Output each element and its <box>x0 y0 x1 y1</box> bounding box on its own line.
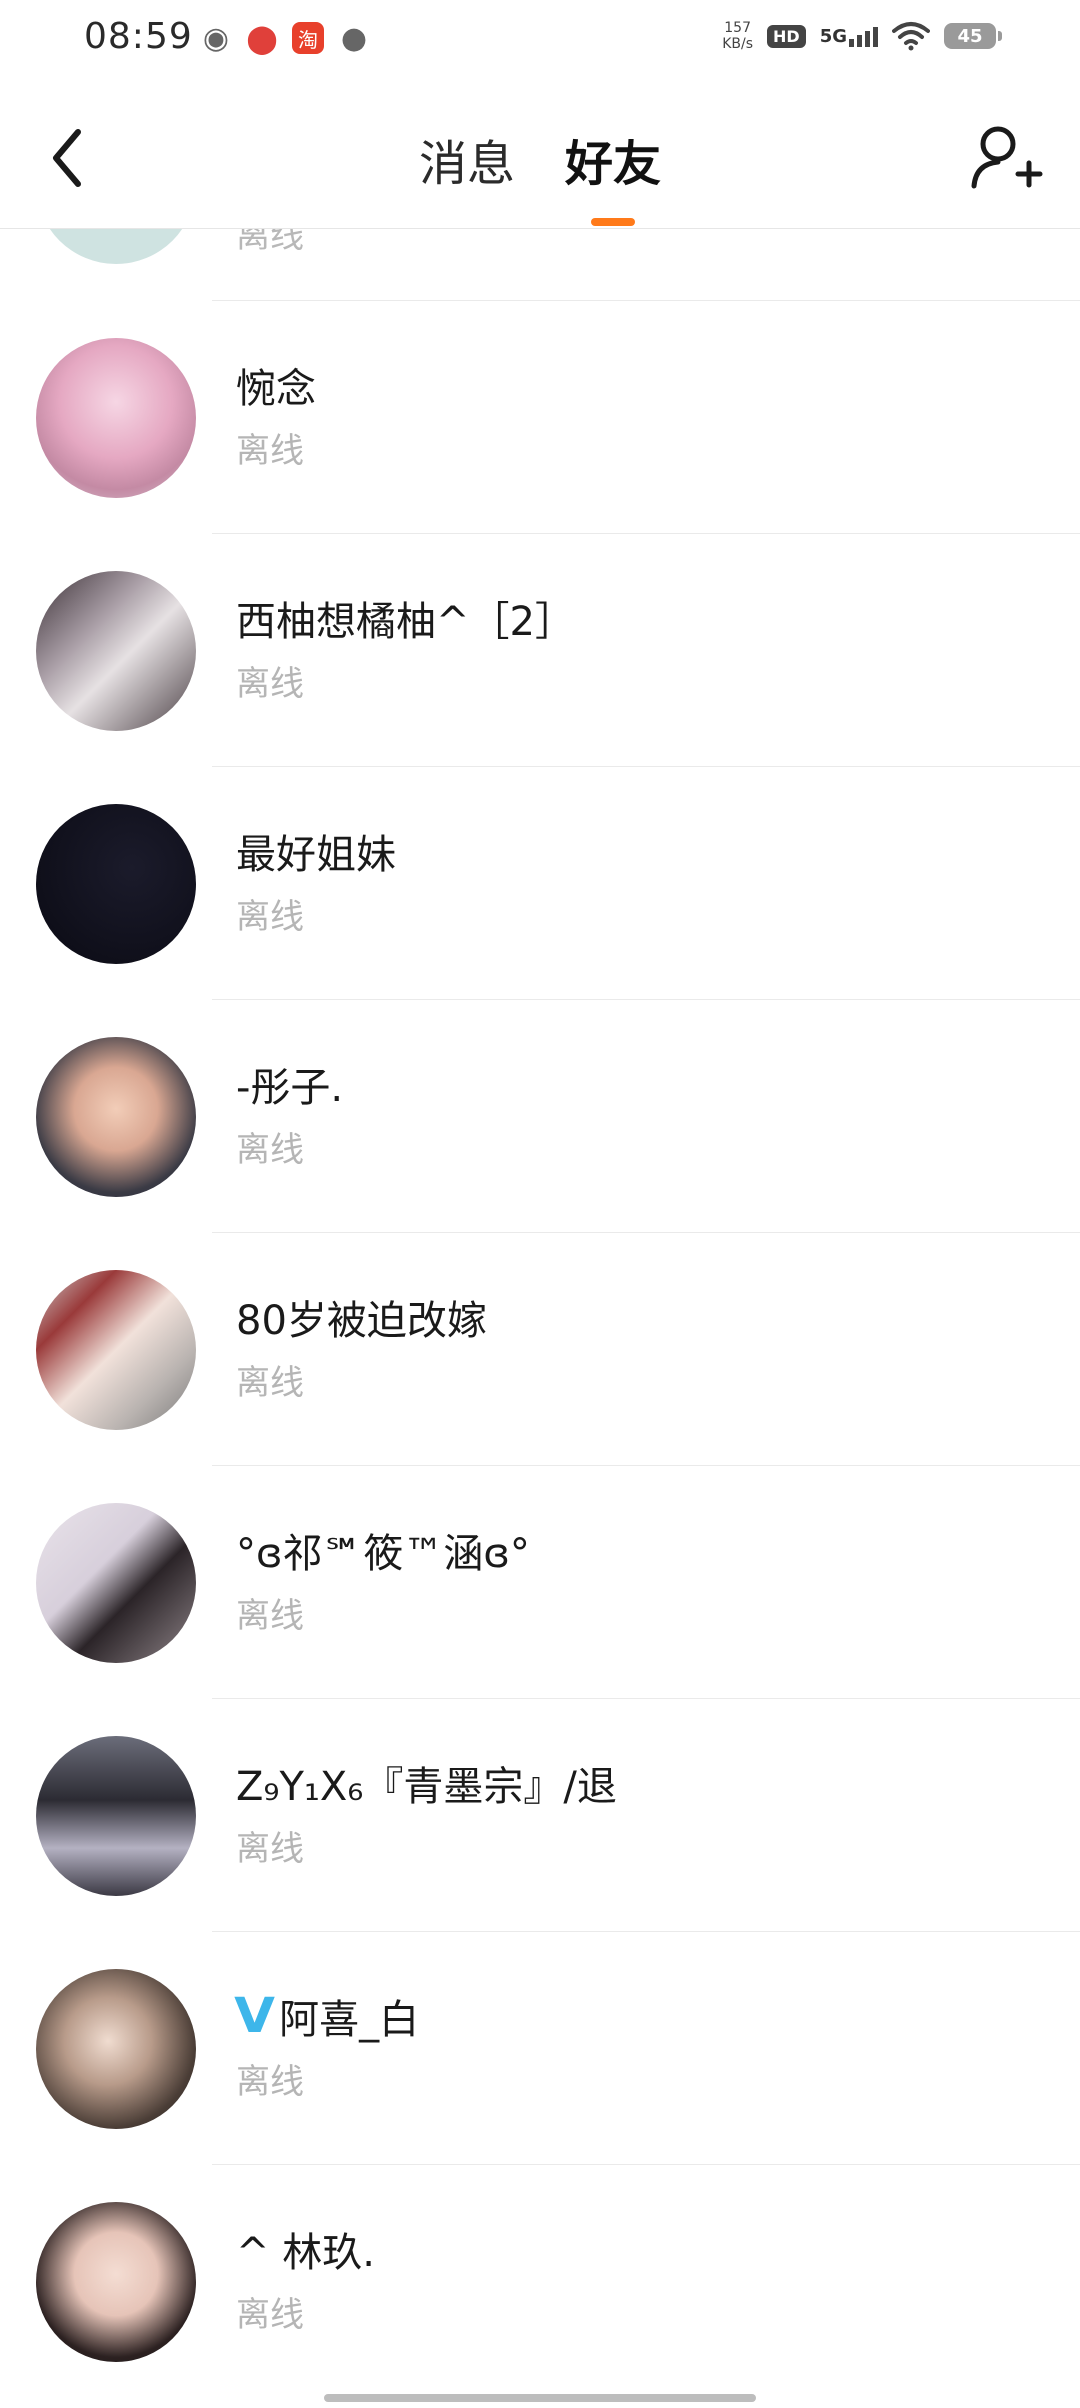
notification-icons: ◉ ⬤ 淘 ● <box>200 20 370 56</box>
header: 消息 好友 <box>0 80 1080 229</box>
active-tab-indicator <box>591 218 635 226</box>
friend-status: 离线 <box>236 2295 304 2335</box>
tab-bar: 消息 好友 <box>0 124 1080 226</box>
signal-icon: 5G <box>820 25 878 47</box>
friend-status: 离线 <box>236 1596 304 1636</box>
vip-icon: V <box>234 1988 276 2044</box>
friend-status: 离线 <box>236 1363 304 1403</box>
hd-icon: HD <box>767 24 806 48</box>
friend-name: Z₉Y₁X₆『青墨宗』/退 <box>236 1764 617 1810</box>
network-speed: 157 KB/s <box>722 20 754 52</box>
friend-name: 最好姐妹 <box>236 832 396 878</box>
avatar[interactable] <box>36 2202 196 2362</box>
battery-icon: 45 <box>944 23 1002 49</box>
add-friend-icon[interactable] <box>966 118 1046 198</box>
friend-status: 离线 <box>236 664 304 704</box>
list-item[interactable]: V 阿喜_白 离线 <box>0 1932 1080 2165</box>
list-item[interactable]: 西柚想橘柚^［2］ 离线 <box>0 534 1080 767</box>
friend-status: 离线 <box>236 431 304 471</box>
friend-name: 西柚想橘柚^［2］ <box>236 599 575 645</box>
map-pin-icon: ⬤ <box>246 21 278 55</box>
status-bar: 08:59 ◉ ⬤ 淘 ● 157 KB/s HD 5G 45 <box>0 0 1080 80</box>
taobao-icon: 淘 <box>292 22 324 54</box>
friend-list: 离线 惋念 离线 西柚想橘柚^［2］ 离线 最好姐妹 离线 -彤子. 离线 80… <box>0 148 1080 2398</box>
avatar[interactable] <box>36 1736 196 1896</box>
avatar[interactable] <box>36 804 196 964</box>
list-item[interactable]: °ɞ祁℠筱™涵ɞ° 离线 <box>0 1466 1080 1699</box>
friend-name: V 阿喜_白 <box>234 1987 420 2045</box>
friend-status: 离线 <box>236 1829 304 1869</box>
avatar[interactable] <box>36 1969 196 2129</box>
status-right: 157 KB/s HD 5G 45 <box>722 20 1002 52</box>
avatar[interactable] <box>36 1270 196 1430</box>
list-item[interactable]: 80岁被迫改嫁 离线 <box>0 1233 1080 1466</box>
avatar[interactable] <box>36 571 196 731</box>
list-item[interactable]: ^ 林玖. 离线 <box>0 2165 1080 2398</box>
tab-friends[interactable]: 好友 <box>565 124 661 226</box>
list-item[interactable]: -彤子. 离线 <box>0 1000 1080 1233</box>
list-item[interactable]: 最好姐妹 离线 <box>0 767 1080 1000</box>
friend-name: 80岁被迫改嫁 <box>236 1298 487 1344</box>
avatar[interactable] <box>36 338 196 498</box>
friend-status: 离线 <box>236 228 304 256</box>
friend-name: ^ 林玖. <box>236 2230 375 2276</box>
friend-status: 离线 <box>236 2062 304 2102</box>
status-time: 08:59 <box>84 16 193 57</box>
list-item[interactable]: Z₉Y₁X₆『青墨宗』/退 离线 <box>0 1699 1080 1932</box>
avatar[interactable] <box>36 1503 196 1663</box>
wechat-icon: ◉ <box>202 20 230 56</box>
friend-name-text: 阿喜_白 <box>279 1997 420 2043</box>
friend-status: 离线 <box>236 1130 304 1170</box>
friend-name: °ɞ祁℠筱™涵ɞ° <box>236 1531 530 1577</box>
home-indicator[interactable] <box>324 2394 756 2402</box>
friend-status: 离线 <box>236 897 304 937</box>
tab-messages[interactable]: 消息 <box>419 124 515 222</box>
avatar[interactable] <box>36 1037 196 1197</box>
chat-bubble-icon: ● <box>340 20 368 56</box>
list-item[interactable]: 惋念 离线 <box>0 301 1080 534</box>
wifi-icon <box>892 22 930 51</box>
list-item[interactable]: 离线 <box>212 228 1080 301</box>
friend-name: -彤子. <box>236 1065 344 1111</box>
friend-name: 惋念 <box>236 366 316 412</box>
